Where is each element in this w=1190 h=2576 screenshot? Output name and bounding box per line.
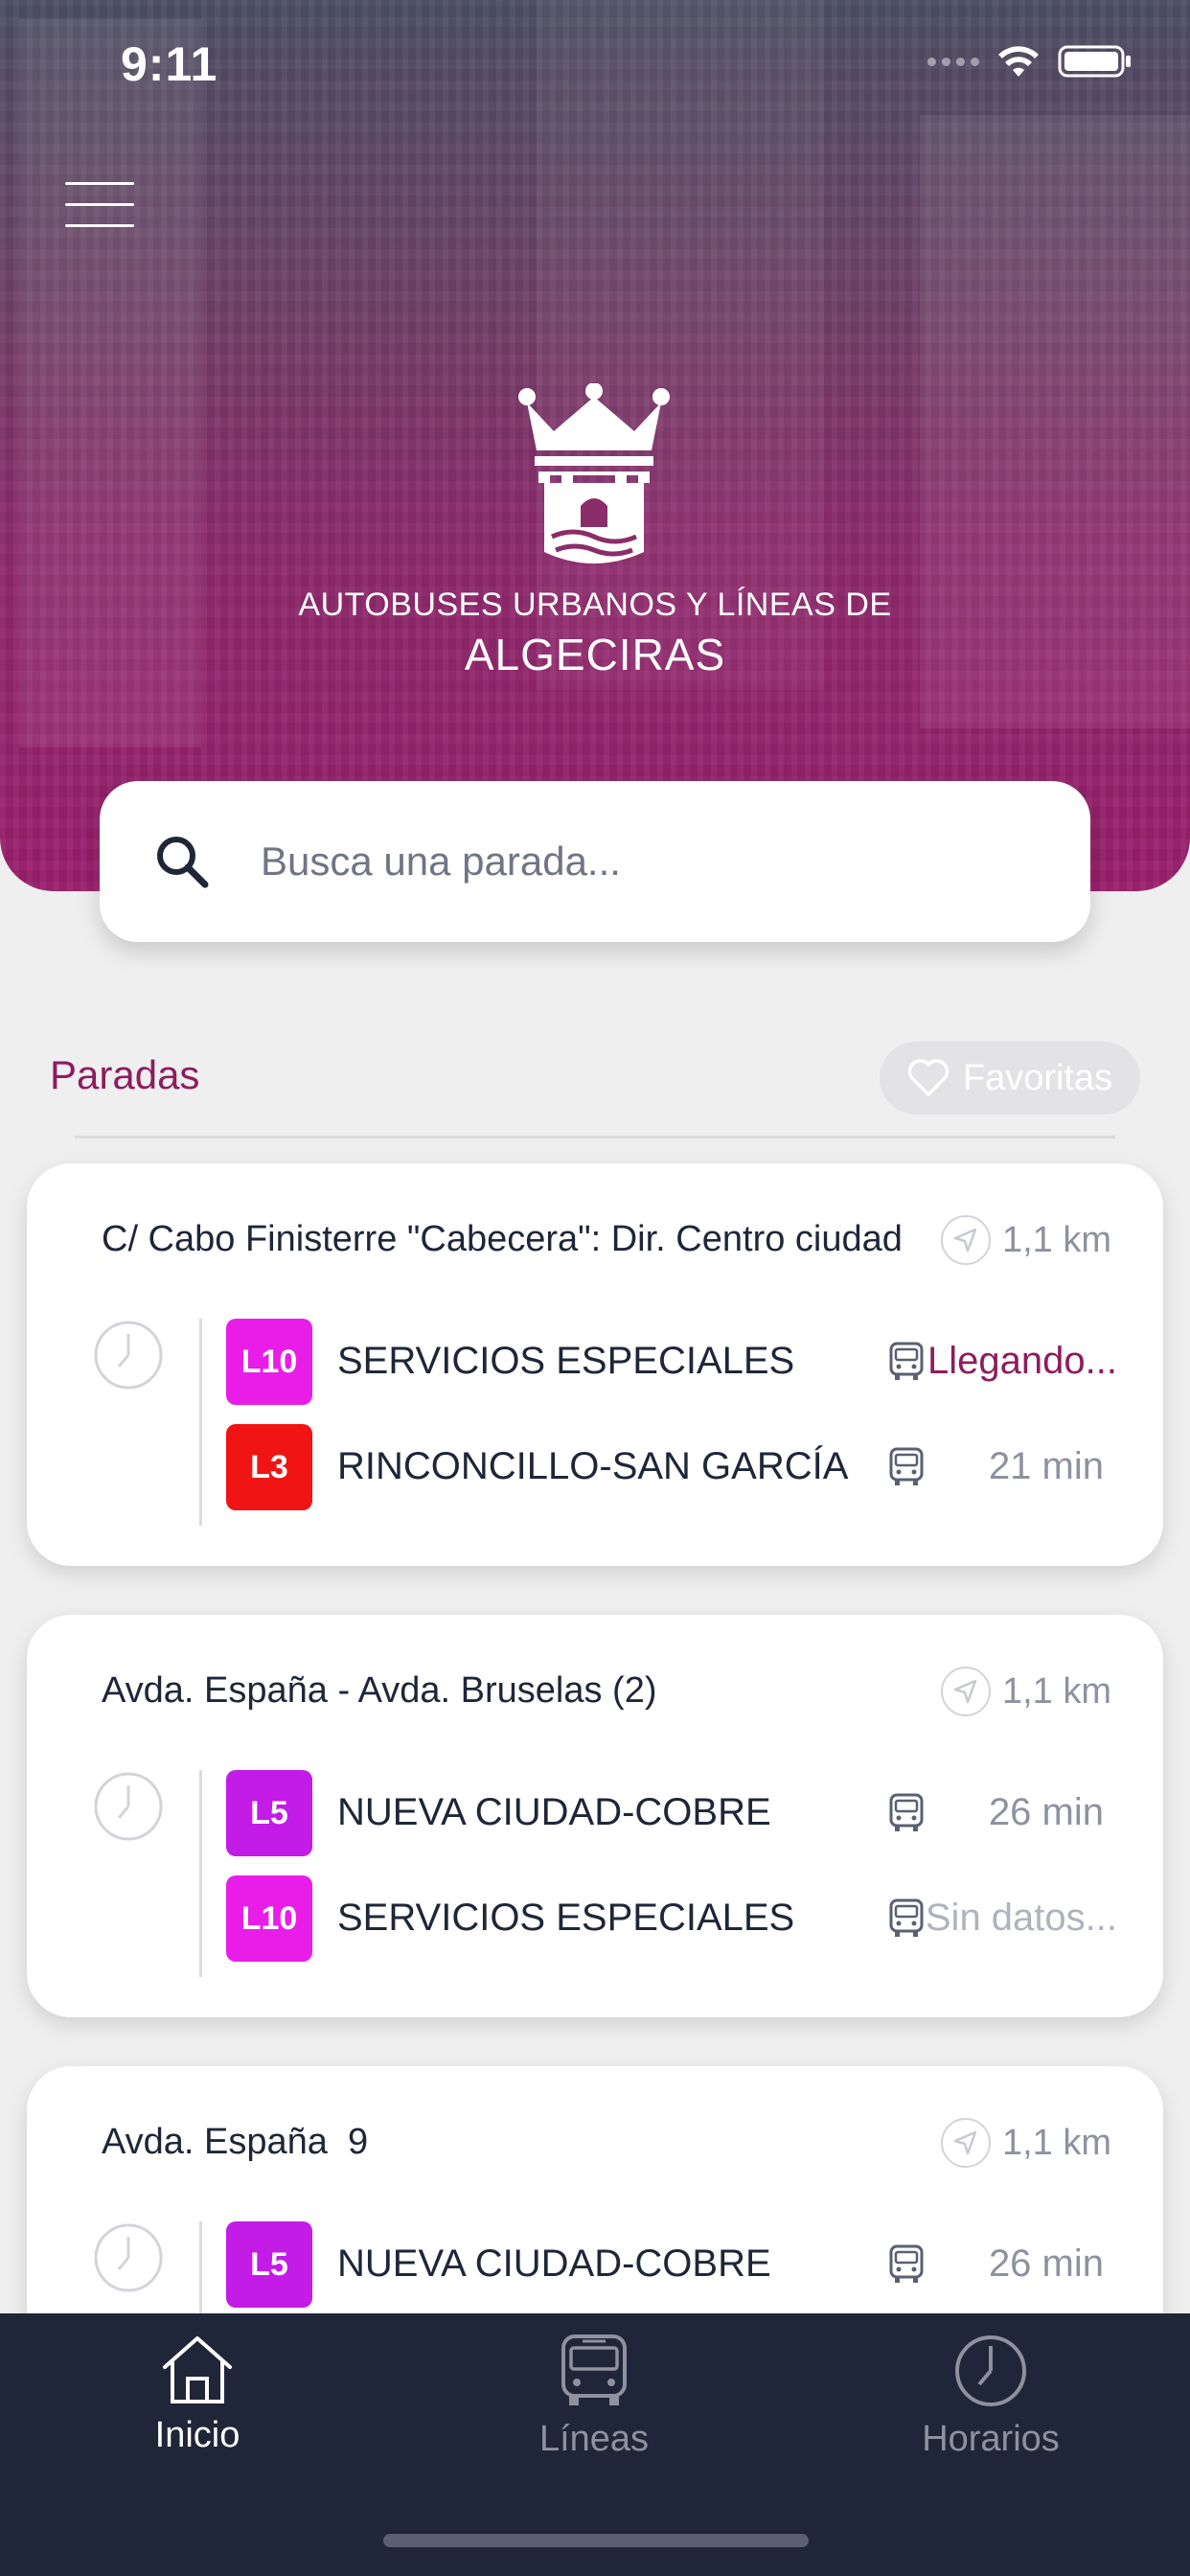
stop-distance: 1,1 km bbox=[940, 1667, 1111, 1716]
lines-divider bbox=[199, 1319, 202, 1526]
battery-icon bbox=[1058, 45, 1131, 78]
favorites-label: Favoritas bbox=[962, 1057, 1113, 1098]
line-row[interactable]: L5 NUEVA CIUDAD-COBRE 26 min bbox=[226, 1770, 1117, 1856]
bus-icon bbox=[889, 2244, 924, 2283]
search-bar[interactable] bbox=[100, 781, 1090, 942]
stop-card[interactable]: Avda. España - Avda. Bruselas (2) 1,1 km… bbox=[27, 1615, 1163, 2017]
clock-icon bbox=[94, 1772, 163, 1841]
eta-label: 21 min bbox=[988, 1445, 1104, 1487]
tab-lineas[interactable]: Líneas bbox=[450, 2333, 738, 2496]
line-badge: L10 bbox=[226, 1319, 312, 1405]
tab-horarios[interactable]: Horarios bbox=[847, 2333, 1134, 2496]
clock-icon bbox=[955, 2335, 1026, 2406]
location-arrow-icon bbox=[940, 2118, 991, 2168]
section-title-paradas: Paradas bbox=[50, 1052, 200, 1097]
distance-label: 1,1 km bbox=[1001, 1219, 1111, 1260]
stop-name: Avda. España - Avda. Bruselas (2) bbox=[102, 1670, 657, 1711]
stop-distance: 1,1 km bbox=[940, 2118, 1111, 2168]
stop-distance: 1,1 km bbox=[940, 1215, 1111, 1265]
crown-castle-logo bbox=[518, 383, 670, 564]
eta-label: 26 min bbox=[988, 2242, 1104, 2285]
home-icon bbox=[163, 2336, 232, 2404]
wifi-icon bbox=[998, 46, 1039, 77]
eta-label: Llegando... bbox=[927, 1340, 1117, 1382]
status-time: 9:11 bbox=[121, 37, 218, 91]
line-row[interactable]: L5 NUEVA CIUDAD-COBRE 26 min bbox=[226, 2221, 1117, 2308]
distance-label: 1,1 km bbox=[1001, 2122, 1111, 2163]
location-arrow-icon bbox=[940, 1667, 991, 1716]
distance-label: 1,1 km bbox=[1001, 1670, 1111, 1712]
tab-label: Inicio bbox=[154, 2415, 240, 2455]
bus-icon bbox=[889, 1342, 924, 1380]
tab-label: Líneas bbox=[538, 2419, 650, 2459]
header-banner: 9:11 AUTOBUSES URBANOS Y LÍNEAS DE ALGEC… bbox=[0, 0, 1190, 891]
bus-icon bbox=[889, 1898, 924, 1937]
line-badge: L10 bbox=[226, 1875, 312, 1962]
bus-icon bbox=[889, 1447, 924, 1485]
line-row[interactable]: L10 SERVICIOS ESPECIALES Llegando... bbox=[226, 1319, 1117, 1405]
heart-icon bbox=[907, 1059, 950, 1096]
favorites-button[interactable]: Favoritas bbox=[880, 1042, 1140, 1115]
lines-divider bbox=[199, 1770, 202, 1977]
search-icon bbox=[157, 837, 209, 888]
line-row[interactable]: L10 SERVICIOS ESPECIALES Sin datos... bbox=[226, 1875, 1117, 1962]
line-row[interactable]: L3 RINCONCILLO-SAN GARCÍA 21 min bbox=[226, 1424, 1117, 1510]
section-divider bbox=[75, 1136, 1115, 1138]
line-name: NUEVA CIUDAD-COBRE bbox=[337, 2242, 771, 2285]
clock-icon bbox=[94, 1321, 163, 1390]
stop-name: C/ Cabo Finisterre "Cabecera": Dir. Cent… bbox=[102, 1219, 903, 1259]
line-name: NUEVA CIUDAD-COBRE bbox=[337, 1791, 771, 1833]
bus-icon bbox=[889, 1793, 924, 1831]
line-badge: L5 bbox=[226, 1770, 312, 1856]
stop-card[interactable]: C/ Cabo Finisterre "Cabecera": Dir. Cent… bbox=[27, 1163, 1163, 1566]
line-name: SERVICIOS ESPECIALES bbox=[337, 1897, 795, 1939]
line-badge: L5 bbox=[226, 2221, 312, 2308]
stop-name: Avda. España 9 bbox=[102, 2122, 369, 2162]
status-bar: 9:11 bbox=[0, 0, 1190, 125]
eta-label: 26 min bbox=[988, 1791, 1104, 1833]
line-badge: L3 bbox=[226, 1424, 312, 1510]
line-name: RINCONCILLO-SAN GARCÍA bbox=[337, 1445, 849, 1487]
bus-icon bbox=[561, 2334, 627, 2405]
search-input[interactable] bbox=[261, 819, 1046, 904]
brand-subtitle: AUTOBUSES URBANOS Y LÍNEAS DE bbox=[298, 586, 892, 623]
cellular-signal-icon bbox=[927, 57, 979, 66]
home-indicator[interactable] bbox=[383, 2534, 809, 2547]
location-arrow-icon bbox=[940, 1215, 991, 1265]
brand-title: ALGECIRAS bbox=[464, 630, 726, 679]
hamburger-menu-icon[interactable] bbox=[65, 180, 134, 232]
tab-inicio[interactable]: Inicio bbox=[54, 2333, 341, 2496]
tab-label: Horarios bbox=[922, 2419, 1060, 2459]
eta-label: Sin datos... bbox=[925, 1897, 1117, 1939]
clock-icon bbox=[94, 2223, 163, 2292]
line-name: SERVICIOS ESPECIALES bbox=[337, 1340, 795, 1382]
status-icons bbox=[927, 44, 1133, 79]
